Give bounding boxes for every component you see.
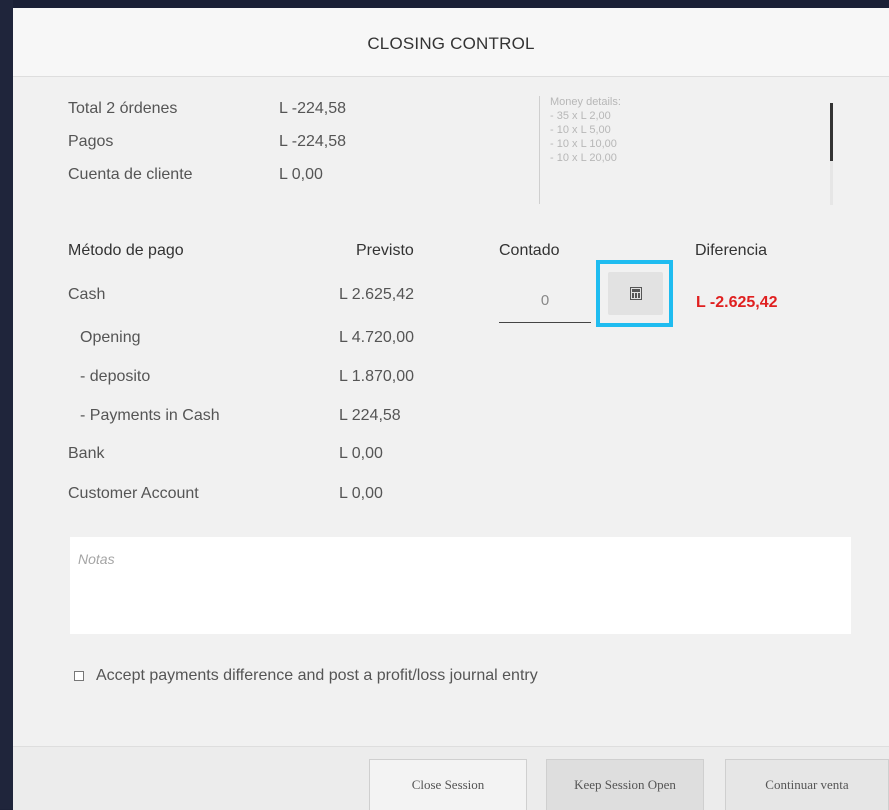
summary-value-total-orders: L -224,58 [279,100,347,117]
row-expected-opening: L 4.720,00 [339,329,415,346]
accept-difference-label[interactable]: Accept payments difference and post a pr… [96,667,538,685]
summary-value-customer-account: L 0,00 [279,166,323,183]
money-details-scrollbar-track[interactable] [830,161,833,205]
notes-textarea[interactable] [70,537,851,634]
row-expected-deposit: L 1.870,00 [339,368,415,385]
row-label-opening: Opening [80,329,141,346]
row-expected-customer-account: L 0,00 [339,485,383,502]
accept-difference-checkbox[interactable] [74,671,84,681]
calculator-icon [630,287,642,300]
calculator-icon-screen [632,289,640,292]
keep-session-open-button[interactable]: Keep Session Open [546,759,704,810]
summary-label-customer-account: Cuenta de cliente [68,166,193,183]
backdrop-edge [0,0,13,809]
header-difference: Diferencia [695,242,768,259]
closing-control-dialog: CLOSING CONTROL Total 2 órdenes L -224,5… [13,8,889,810]
money-details-line: - 35 x L 2,00 [550,110,611,122]
money-details-line: - 10 x L 5,00 [550,124,611,136]
row-expected-cash: L 2.625,42 [339,286,415,303]
summary-value-payments: L -224,58 [279,133,347,150]
difference-value-cash: L -2.625,42 [696,294,778,311]
row-label-customer-account: Customer Account [68,485,199,502]
header-payment-method: Método de pago [68,242,184,259]
money-details-line: - 10 x L 20,00 [550,152,617,164]
calculator-icon-keys [632,293,640,298]
summary-label-payments: Pagos [68,133,114,150]
header-expected: Previsto [356,242,414,259]
header-counted: Contado [499,242,560,259]
row-expected-payments-in-cash: L 224,58 [339,407,401,424]
row-expected-bank: L 0,00 [339,445,383,462]
close-session-button[interactable]: Close Session [369,759,527,810]
accept-difference-row[interactable]: Accept payments difference and post a pr… [74,666,538,686]
money-details-scrollbar-thumb[interactable] [830,103,833,161]
counted-input-cash[interactable] [499,278,591,323]
summary-label-total-orders: Total 2 órdenes [68,100,178,117]
calculator-button[interactable] [596,260,673,327]
row-label-bank: Bank [68,445,105,462]
row-label-payments-in-cash: - Payments in Cash [80,407,220,424]
row-label-cash: Cash [68,286,106,303]
row-label-deposit: - deposito [80,368,151,385]
money-details-title: Money details: [550,96,621,108]
money-details-box: Money details: - 35 x L 2,00 - 10 x L 5,… [539,96,833,204]
continue-sale-button[interactable]: Continuar venta [725,759,889,810]
money-details-border [539,96,540,204]
dialog-header: CLOSING CONTROL [13,8,889,77]
calculator-button-face[interactable] [608,272,663,315]
money-details-line: - 10 x L 10,00 [550,138,617,150]
dialog-title: CLOSING CONTROL [367,34,535,53]
dialog-footer: Close Session Keep Session Open Continua… [13,746,889,810]
